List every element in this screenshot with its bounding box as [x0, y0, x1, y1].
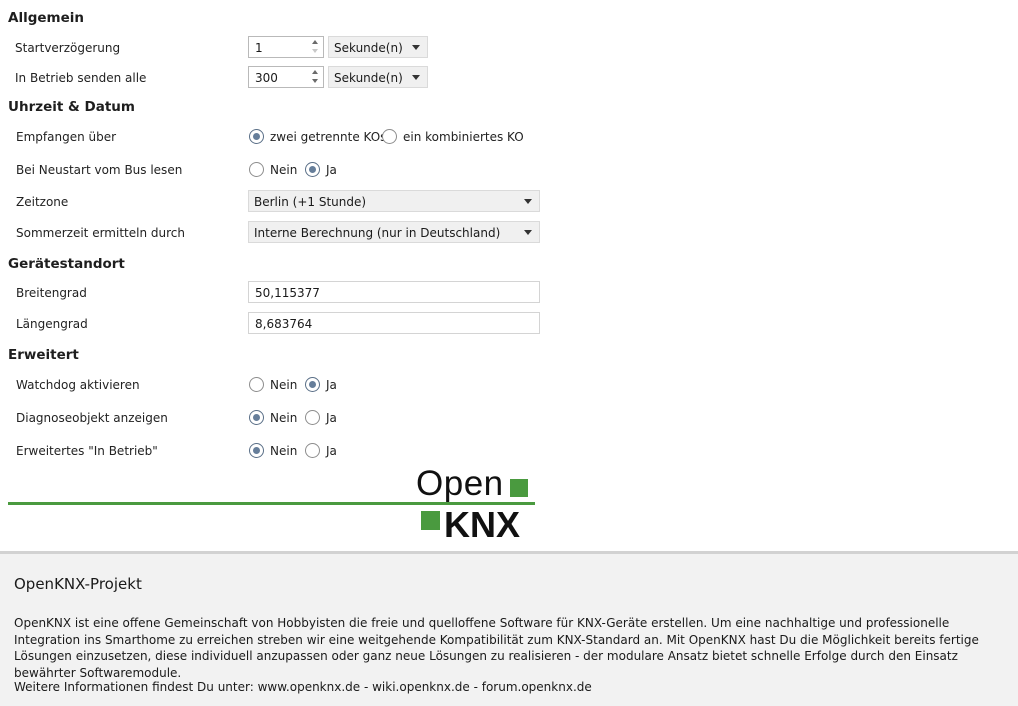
empfangen-option-getrennt[interactable]: zwei getrennte KOs	[270, 130, 386, 144]
section-title-uhrzeit: Uhrzeit & Datum	[8, 99, 135, 115]
logo-square-top	[510, 479, 528, 497]
section-title-allgemein: Allgemein	[8, 10, 84, 26]
footer-description: OpenKNX ist eine offene Gemeinschaft von…	[14, 616, 979, 680]
startverzoegerung-label: Startverzögerung	[15, 41, 121, 55]
in-betrieb-unit-select[interactable]: Sekunde(n)	[328, 66, 428, 88]
section-title-erweitert: Erweitert	[8, 347, 79, 363]
breitengrad-value: 50,115377	[255, 286, 320, 300]
erweitertes-in-betrieb-radio-nein[interactable]	[249, 443, 264, 458]
spin-up-icon[interactable]	[312, 70, 318, 74]
in-betrieb-unit-value: Sekunde(n)	[334, 71, 403, 85]
erweitertes-in-betrieb-option-nein[interactable]: Nein	[270, 444, 297, 458]
empfangen-label: Empfangen über	[16, 130, 117, 144]
spin-up-icon[interactable]	[312, 40, 318, 44]
logo-open-text: Open	[416, 464, 504, 503]
laengengrad-label: Längengrad	[16, 317, 88, 331]
startverzoegerung-unit-value: Sekunde(n)	[334, 41, 403, 55]
logo-square-bottom	[421, 511, 440, 530]
footer-links: Weitere Informationen findest Du unter: …	[14, 680, 592, 694]
dropdown-arrow-icon	[412, 75, 420, 80]
zeitzone-label: Zeitzone	[16, 195, 69, 209]
zeitzone-select[interactable]: Berlin (+1 Stunde)	[248, 190, 540, 212]
erweitertes-in-betrieb-label: Erweitertes "In Betrieb"	[16, 444, 158, 458]
logo-green-line	[8, 502, 418, 505]
dropdown-arrow-icon	[524, 230, 532, 235]
in-betrieb-value: 300	[255, 71, 278, 85]
in-betrieb-spinner[interactable]	[307, 67, 323, 87]
diagnose-radio-ja[interactable]	[305, 410, 320, 425]
startverzoegerung-value: 1	[255, 41, 263, 55]
neustart-label: Bei Neustart vom Bus lesen	[16, 163, 183, 177]
diagnose-option-nein[interactable]: Nein	[270, 411, 297, 425]
diagnose-option-ja[interactable]: Ja	[326, 411, 337, 425]
footer-title: OpenKNX-Projekt	[14, 575, 142, 593]
watchdog-option-nein[interactable]: Nein	[270, 378, 297, 392]
zeitzone-value: Berlin (+1 Stunde)	[254, 195, 367, 209]
watchdog-option-ja[interactable]: Ja	[326, 378, 337, 392]
sommerzeit-label: Sommerzeit ermitteln durch	[16, 226, 185, 240]
sommerzeit-select[interactable]: Interne Berechnung (nur in Deutschland)	[248, 221, 540, 243]
dropdown-arrow-icon	[412, 45, 420, 50]
spin-down-icon[interactable]	[312, 79, 318, 83]
dropdown-arrow-icon	[524, 199, 532, 204]
neustart-option-ja[interactable]: Ja	[326, 163, 337, 177]
empfangen-option-kombiniert[interactable]: ein kombiniertes KO	[403, 130, 524, 144]
spin-down-icon[interactable]	[312, 49, 318, 53]
startverzoegerung-input[interactable]: 1	[248, 36, 324, 58]
openknx-logo: Open KNX	[415, 462, 540, 547]
breitengrad-input[interactable]: 50,115377	[248, 281, 540, 303]
startverzoegerung-spinner[interactable]	[307, 37, 323, 57]
erweitertes-in-betrieb-radio-ja[interactable]	[305, 443, 320, 458]
laengengrad-input[interactable]: 8,683764	[248, 312, 540, 334]
watchdog-radio-nein[interactable]	[249, 377, 264, 392]
erweitertes-in-betrieb-option-ja[interactable]: Ja	[326, 444, 337, 458]
laengengrad-value: 8,683764	[255, 317, 313, 331]
neustart-option-nein[interactable]: Nein	[270, 163, 297, 177]
empfangen-radio-kombiniert[interactable]	[382, 129, 397, 144]
in-betrieb-label: In Betrieb senden alle	[15, 71, 147, 85]
logo-knx-text: KNX	[444, 504, 521, 545]
watchdog-radio-ja[interactable]	[305, 377, 320, 392]
watchdog-label: Watchdog aktivieren	[16, 378, 140, 392]
diagnose-label: Diagnoseobjekt anzeigen	[16, 411, 168, 425]
empfangen-radio-getrennt[interactable]	[249, 129, 264, 144]
in-betrieb-input[interactable]: 300	[248, 66, 324, 88]
info-footer: OpenKNX-Projekt OpenKNX ist eine offene …	[0, 551, 1018, 706]
startverzoegerung-unit-select[interactable]: Sekunde(n)	[328, 36, 428, 58]
diagnose-radio-nein[interactable]	[249, 410, 264, 425]
section-title-standort: Gerätestandort	[8, 256, 125, 272]
sommerzeit-value: Interne Berechnung (nur in Deutschland)	[254, 226, 501, 240]
neustart-radio-nein[interactable]	[249, 162, 264, 177]
neustart-radio-ja[interactable]	[305, 162, 320, 177]
breitengrad-label: Breitengrad	[16, 286, 87, 300]
